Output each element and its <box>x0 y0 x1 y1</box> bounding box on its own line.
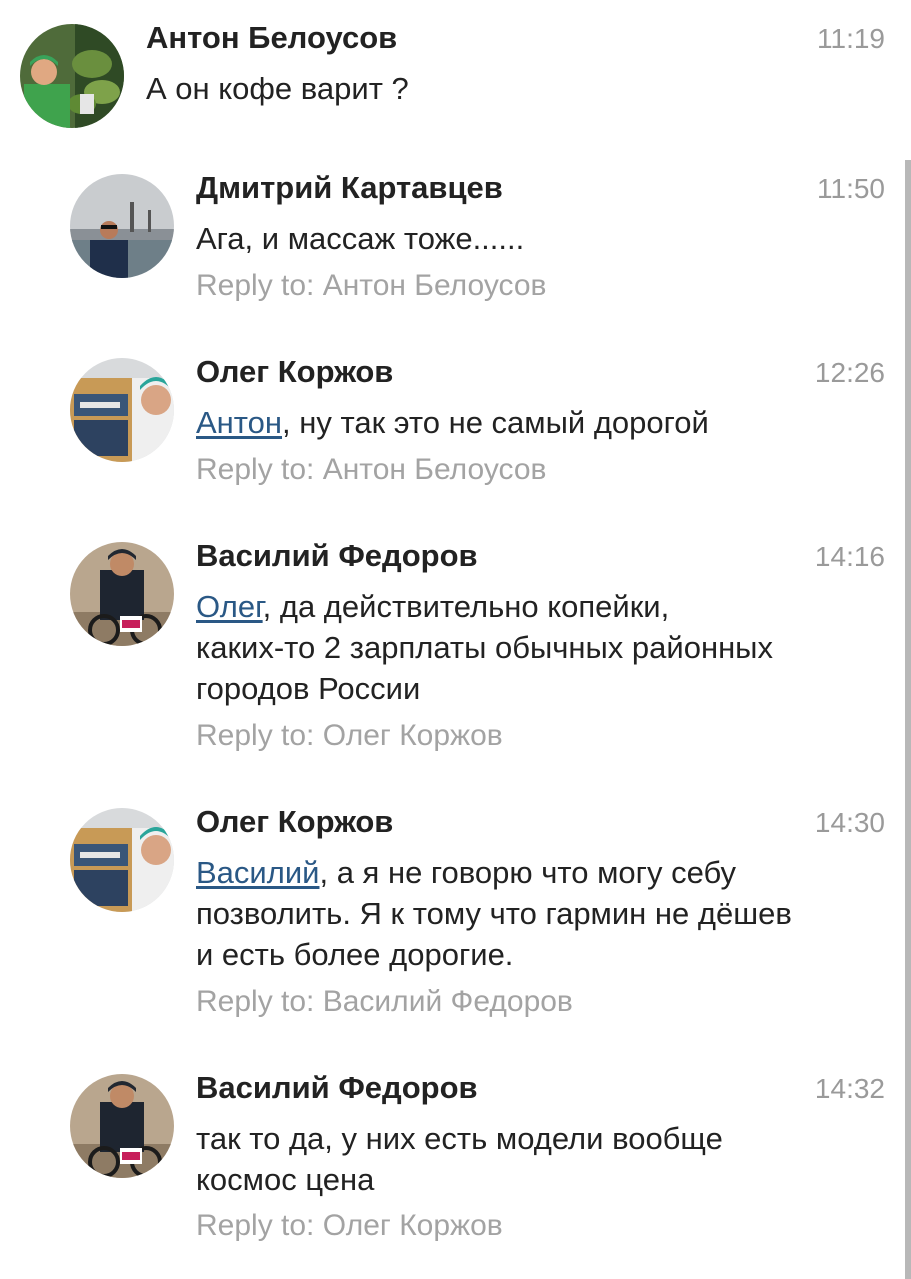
reply-prefix: Reply to: <box>196 719 315 752</box>
comment-item: Антон Белоусов 11:19 А он кофе варит ? <box>0 20 905 140</box>
reply-to[interactable]: Reply to: Василий Федоров <box>196 984 573 1020</box>
author-name[interactable]: Дмитрий Картавцев <box>196 170 503 206</box>
comment-item: Дмитрий Картавцев 11:50 Ага, и массаж то… <box>0 170 905 310</box>
author-name[interactable]: Олег Коржов <box>196 354 393 390</box>
author-name[interactable]: Василий Федоров <box>196 538 478 574</box>
comment-text-line: Василий, а я не говорю что могу себу <box>196 852 792 893</box>
reply-to[interactable]: Reply to: Олег Коржов <box>196 718 503 754</box>
avatar[interactable] <box>70 174 174 278</box>
comment-item: Олег Коржов 14:30 Василий, а я не говорю… <box>0 804 905 1026</box>
comment-text-line: А он кофе варит ? <box>146 71 409 106</box>
avatar[interactable] <box>20 24 124 128</box>
comment-time: 14:30 <box>814 807 885 838</box>
comment-text-line: каких-то 2 зарплаты обычных районных <box>196 630 773 665</box>
comment-time: 14:16 <box>814 541 885 572</box>
comment-item: Олег Коржов 12:26 Антон, ну так это не с… <box>0 354 905 494</box>
avatar[interactable] <box>70 358 174 462</box>
mention-link[interactable]: Антон <box>196 405 282 440</box>
comment-text-line: позволить. Я к тому что гармин не дёшев <box>196 896 792 931</box>
comment-text-line: , ну так это не самый дорогой <box>282 405 709 440</box>
scrollbar[interactable] <box>905 160 911 1279</box>
comment-time: 11:50 <box>817 173 885 204</box>
reply-name: Антон Белоусов <box>322 453 547 486</box>
comment-text-line: и есть более дорогие. <box>196 937 514 972</box>
reply-name: Олег Коржов <box>322 1209 503 1242</box>
avatar[interactable] <box>70 542 174 646</box>
comment-text-fragment: , да действительно копейки, <box>262 589 670 624</box>
reply-prefix: Reply to: <box>196 269 315 302</box>
author-name[interactable]: Василий Федоров <box>196 1070 478 1106</box>
reply-prefix: Reply to: <box>196 985 315 1018</box>
reply-prefix: Reply to: <box>196 1209 315 1242</box>
mention-link[interactable]: Олег <box>196 589 263 624</box>
author-name[interactable]: Антон Белоусов <box>146 20 397 56</box>
comment-text-line: городов России <box>196 671 421 706</box>
reply-to[interactable]: Reply to: Антон Белоусов <box>196 452 547 488</box>
comment-time: 12:26 <box>814 357 885 388</box>
reply-to[interactable]: Reply to: Антон Белоусов <box>196 268 547 304</box>
comment-text-fragment: , а я не говорю что могу себу <box>319 855 737 890</box>
comment-time: 14:32 <box>814 1073 885 1104</box>
comment-text-line: так то да, у них есть модели вообще <box>196 1121 723 1156</box>
comment-time: 11:19 <box>817 23 885 54</box>
reply-name: Антон Белоусов <box>322 269 547 302</box>
mention-link[interactable]: Василий <box>196 855 319 890</box>
comment-text: так то да, у них есть модели вообще косм… <box>196 1118 723 1200</box>
reply-name: Олег Коржов <box>322 719 503 752</box>
avatar[interactable] <box>70 1074 174 1178</box>
avatar[interactable] <box>70 808 174 912</box>
comment-text-line: Ага, и массаж тоже...... <box>196 221 525 256</box>
comment-text-line: Олег, да действительно копейки, <box>196 586 773 627</box>
comment-item: Василий Федоров 14:16 Олег, да действите… <box>0 538 905 760</box>
comment-item: Василий Федоров 14:32 так то да, у них е… <box>0 1070 905 1250</box>
reply-prefix: Reply to: <box>196 453 315 486</box>
comment-text: А он кофе варит ? <box>146 68 409 109</box>
comment-text-line: космос цена <box>196 1162 375 1197</box>
reply-name: Василий Федоров <box>322 985 573 1018</box>
comment-text: Олег, да действительно копейки, каких-то… <box>196 586 773 709</box>
author-name[interactable]: Олег Коржов <box>196 804 393 840</box>
comment-text: Ага, и массаж тоже...... <box>196 218 524 259</box>
comment-text: Антон, ну так это не самый дорогой <box>196 402 709 443</box>
comment-text: Василий, а я не говорю что могу себу поз… <box>196 852 792 975</box>
reply-to[interactable]: Reply to: Олег Коржов <box>196 1208 503 1244</box>
